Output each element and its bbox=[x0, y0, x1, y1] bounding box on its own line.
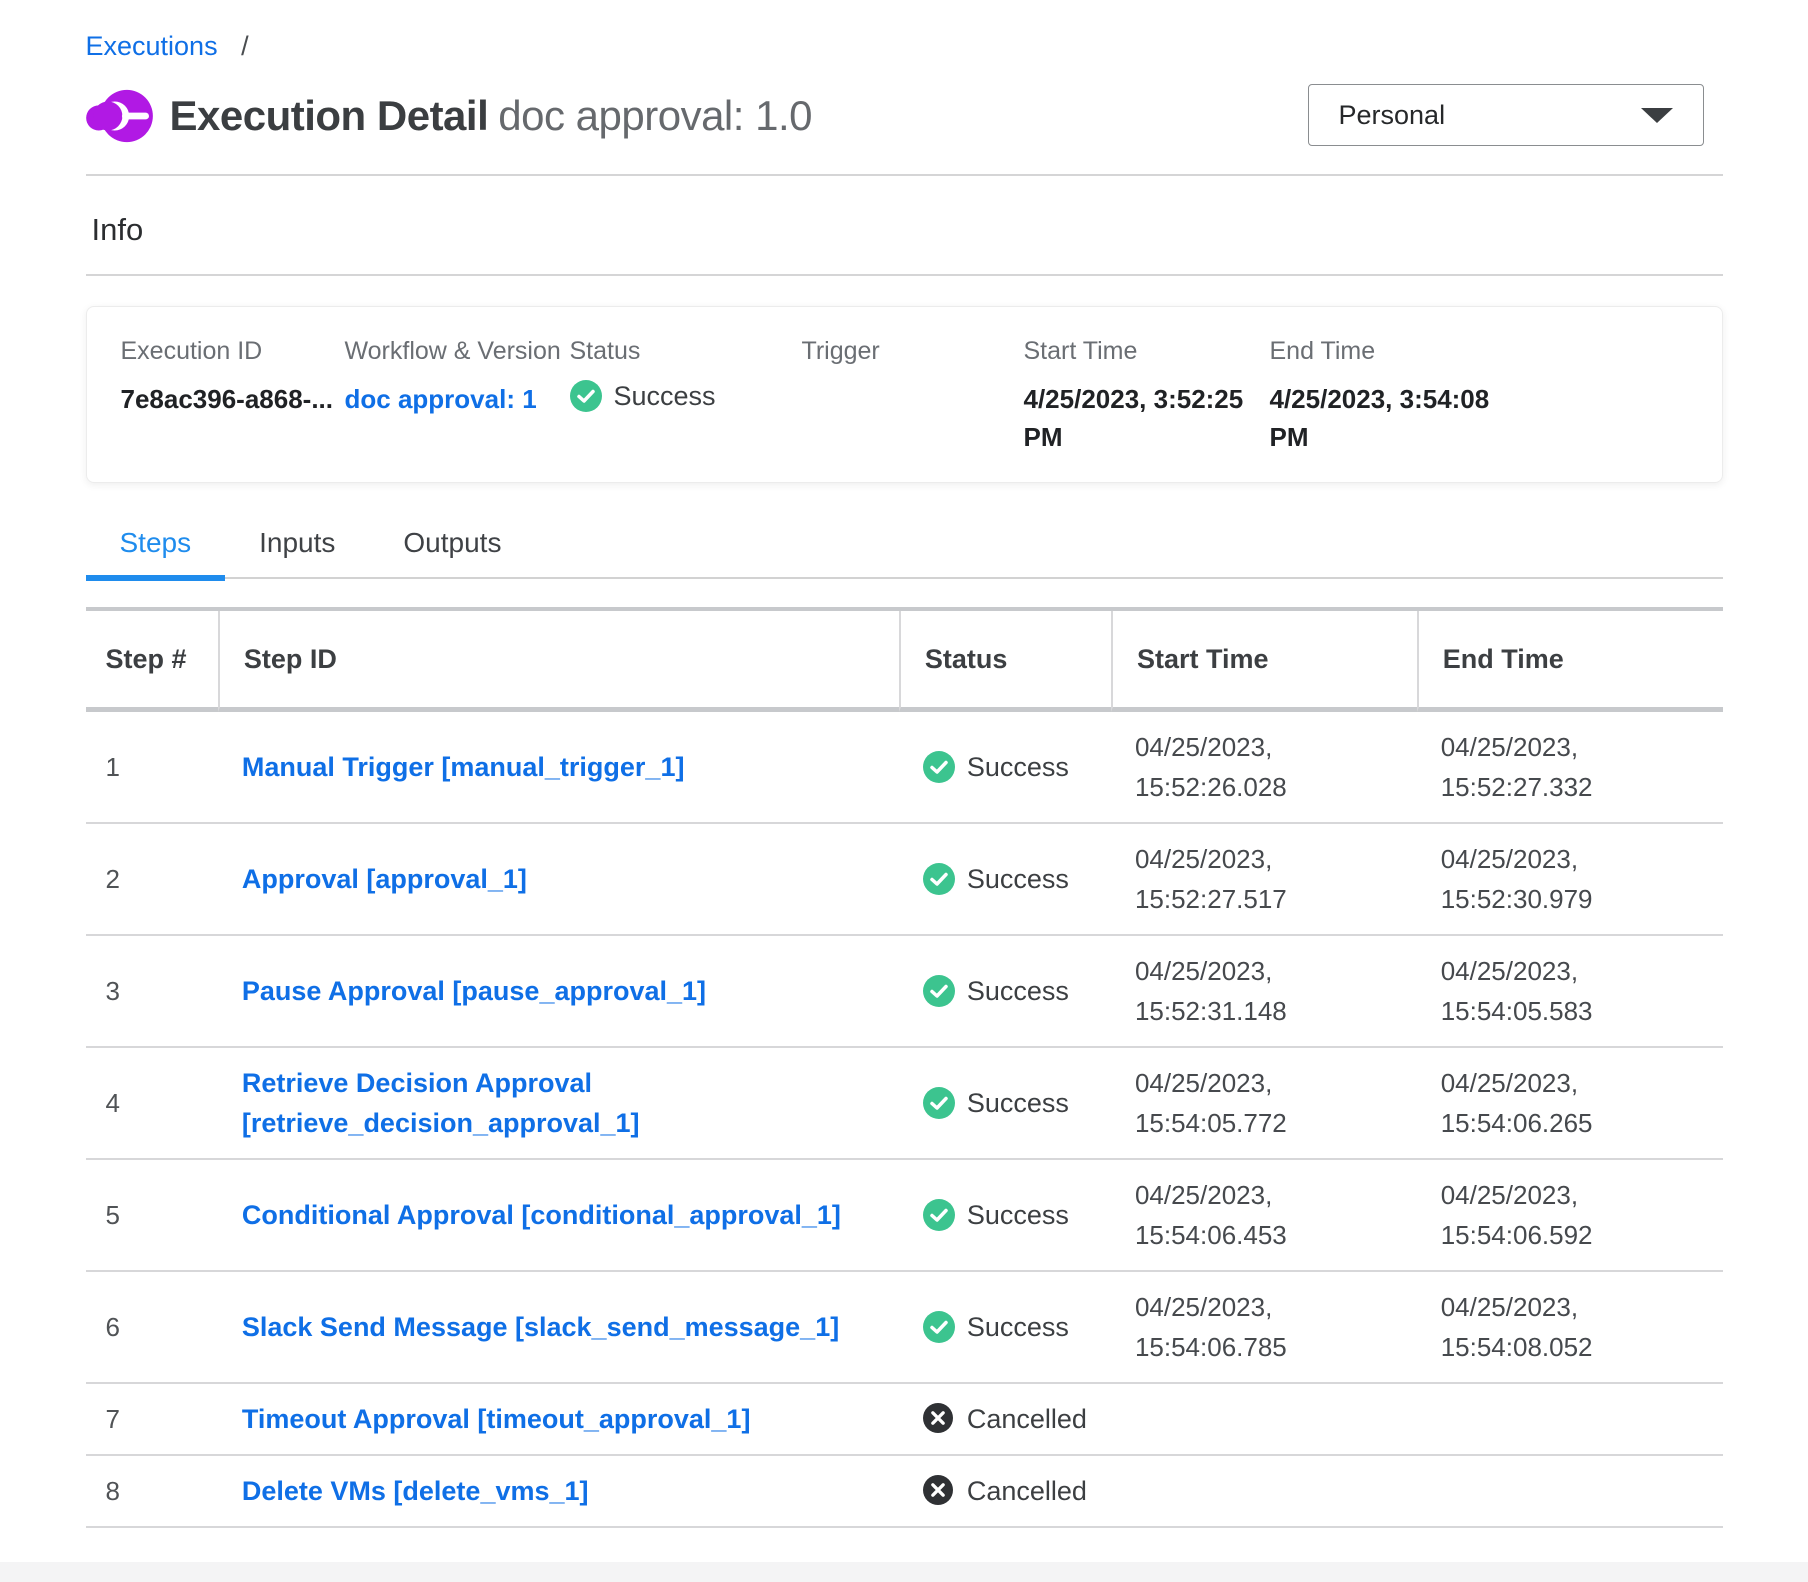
success-icon bbox=[923, 1199, 955, 1231]
title-divider bbox=[86, 174, 1723, 176]
status-badge: Success bbox=[614, 381, 716, 412]
column-header-status: Status bbox=[899, 611, 1111, 712]
step-table-row: 7 Timeout Approval [timeout_approval_1] Ca… bbox=[86, 1384, 1723, 1456]
execution-detail-page: Executions / Execution Detaildoc approva… bbox=[86, 0, 1723, 1528]
step-number: 2 bbox=[86, 824, 218, 936]
workflow-version-link[interactable]: doc approval: 1 bbox=[345, 380, 570, 418]
step-link[interactable]: Delete VMs [delete_vms_1] bbox=[242, 1476, 589, 1506]
info-divider bbox=[86, 274, 1723, 276]
step-link[interactable]: Timeout Approval [timeout_approval_1] bbox=[242, 1404, 751, 1434]
column-header-step-num: Step # bbox=[86, 611, 218, 712]
step-link[interactable]: Conditional Approval [conditional_approv… bbox=[242, 1200, 841, 1230]
info-card: Execution ID 7e8ac396-a868-... Workflow … bbox=[86, 306, 1723, 483]
status-badge: Success bbox=[967, 971, 1069, 1011]
success-icon bbox=[923, 751, 955, 783]
field-label: End Time bbox=[1270, 337, 1688, 366]
status-badge: Cancelled bbox=[967, 1471, 1087, 1511]
step-start-time: 04/25/2023, 15:54:05.772 bbox=[1135, 1063, 1325, 1143]
step-table-row: 5 Conditional Approval [conditional_appro… bbox=[86, 1160, 1723, 1272]
step-end-time: 04/25/2023, 15:54:08.052 bbox=[1441, 1287, 1631, 1367]
cancelled-icon bbox=[923, 1403, 955, 1435]
status-badge: Cancelled bbox=[967, 1399, 1087, 1439]
success-icon bbox=[570, 380, 602, 412]
status-badge: Success bbox=[967, 859, 1069, 899]
status-badge: Success bbox=[967, 1307, 1069, 1347]
table-header-row: Step # Step ID Status Start Time End Tim… bbox=[86, 611, 1723, 712]
field-label: Start Time bbox=[1024, 337, 1270, 366]
step-end-time: 04/25/2023, 15:54:06.592 bbox=[1441, 1175, 1631, 1255]
tab-outputs[interactable]: Outputs bbox=[369, 515, 535, 577]
workspace-select-value: Personal bbox=[1339, 100, 1446, 131]
workflow-logo-icon bbox=[86, 87, 154, 145]
step-number: 7 bbox=[86, 1384, 218, 1456]
info-field-end-time: End Time 4/25/2023, 3:54:08 PM bbox=[1270, 337, 1688, 456]
step-link[interactable]: Manual Trigger [manual_trigger_1] bbox=[242, 752, 685, 782]
info-section-title: Info bbox=[92, 212, 1723, 248]
step-start-time: 04/25/2023, 15:52:31.148 bbox=[1135, 951, 1325, 1031]
breadcrumb-separator: / bbox=[241, 31, 249, 61]
step-table-row: 4 Retrieve Decision Approval [retrieve_de… bbox=[86, 1048, 1723, 1160]
success-icon bbox=[923, 1311, 955, 1343]
chevron-down-icon bbox=[1641, 108, 1673, 123]
steps-table: Step # Step ID Status Start Time End Tim… bbox=[86, 607, 1723, 1528]
success-icon bbox=[923, 863, 955, 895]
field-label: Status bbox=[570, 337, 802, 366]
step-start-time: 04/25/2023, 15:52:27.517 bbox=[1135, 839, 1325, 919]
info-field-execution-id: Execution ID 7e8ac396-a868-... bbox=[121, 337, 345, 456]
step-number: 5 bbox=[86, 1160, 218, 1272]
info-field-status: Status Success bbox=[570, 337, 802, 456]
step-table-row: 1 Manual Trigger [manual_trigger_1] Succes… bbox=[86, 712, 1723, 824]
step-number: 4 bbox=[86, 1048, 218, 1160]
step-link[interactable]: Slack Send Message [slack_send_message_1… bbox=[242, 1312, 839, 1342]
step-number: 1 bbox=[86, 712, 218, 824]
column-header-start-time: Start Time bbox=[1111, 611, 1417, 712]
page-title: Execution Detail bbox=[170, 92, 489, 139]
horizontal-scrollbar-track[interactable] bbox=[0, 1562, 1808, 1582]
step-number: 3 bbox=[86, 936, 218, 1048]
step-number: 8 bbox=[86, 1456, 218, 1528]
status-badge: Success bbox=[967, 1195, 1069, 1235]
info-field-start-time: Start Time 4/25/2023, 3:52:25 PM bbox=[1024, 337, 1270, 456]
step-table-row: 3 Pause Approval [pause_approval_1] Succes… bbox=[86, 936, 1723, 1048]
step-start-time: 04/25/2023, 15:54:06.785 bbox=[1135, 1287, 1325, 1367]
step-table-row: 8 Delete VMs [delete_vms_1] Cancelled bbox=[86, 1456, 1723, 1528]
status-badge: Success bbox=[967, 747, 1069, 787]
cancelled-icon bbox=[923, 1475, 955, 1507]
workspace-select[interactable]: Personal bbox=[1308, 84, 1704, 146]
end-time-value: 4/25/2023, 3:54:08 PM bbox=[1270, 380, 1510, 456]
page-header: Execution Detaildoc approval: 1.0 Person… bbox=[86, 84, 1723, 148]
success-icon bbox=[923, 1087, 955, 1119]
field-label: Trigger bbox=[802, 337, 1024, 366]
step-link[interactable]: Approval [approval_1] bbox=[242, 864, 527, 894]
step-end-time: 04/25/2023, 15:52:27.332 bbox=[1441, 727, 1631, 807]
field-label: Execution ID bbox=[121, 337, 345, 366]
step-end-time: 04/25/2023, 15:52:30.979 bbox=[1441, 839, 1631, 919]
tab-inputs[interactable]: Inputs bbox=[225, 515, 369, 577]
page-subtitle: doc approval: 1.0 bbox=[498, 92, 812, 139]
step-table-row: 6 Slack Send Message [slack_send_message_… bbox=[86, 1272, 1723, 1384]
step-link[interactable]: Pause Approval [pause_approval_1] bbox=[242, 976, 706, 1006]
step-end-time: 04/25/2023, 15:54:05.583 bbox=[1441, 951, 1631, 1031]
step-link[interactable]: Retrieve Decision Approval [retrieve_dec… bbox=[242, 1068, 640, 1138]
step-start-time: 04/25/2023, 15:54:06.453 bbox=[1135, 1175, 1325, 1255]
info-field-trigger: Trigger bbox=[802, 337, 1024, 456]
step-table-row: 2 Approval [approval_1] Success 04/25/2023,… bbox=[86, 824, 1723, 936]
tabs: Steps Inputs Outputs bbox=[86, 515, 1723, 579]
start-time-value: 4/25/2023, 3:52:25 PM bbox=[1024, 380, 1264, 456]
column-header-step-id: Step ID bbox=[218, 611, 899, 712]
status-badge: Success bbox=[967, 1083, 1069, 1123]
tab-steps[interactable]: Steps bbox=[86, 515, 226, 581]
step-number: 6 bbox=[86, 1272, 218, 1384]
step-end-time: 04/25/2023, 15:54:06.265 bbox=[1441, 1063, 1631, 1143]
execution-id-value: 7e8ac396-a868-... bbox=[121, 380, 345, 418]
breadcrumb: Executions / bbox=[86, 30, 1723, 62]
column-header-end-time: End Time bbox=[1417, 611, 1723, 712]
field-label: Workflow & Version bbox=[345, 337, 570, 366]
step-start-time: 04/25/2023, 15:52:26.028 bbox=[1135, 727, 1325, 807]
breadcrumb-link-executions[interactable]: Executions bbox=[86, 31, 218, 61]
success-icon bbox=[923, 975, 955, 1007]
info-field-workflow-version: Workflow & Version doc approval: 1 bbox=[345, 337, 570, 456]
